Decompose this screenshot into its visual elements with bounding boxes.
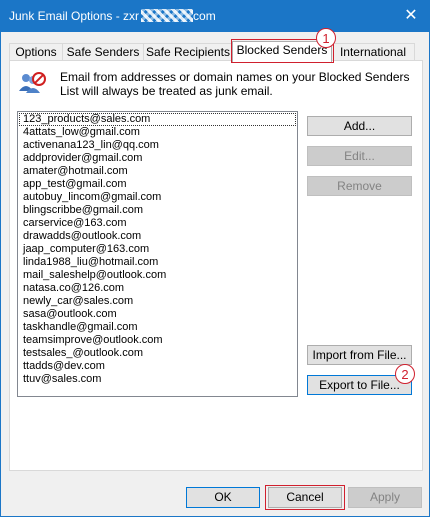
- tab-options[interactable]: Options: [9, 43, 63, 61]
- list-item[interactable]: linda1988_liu@hotmail.com: [18, 256, 297, 269]
- list-item[interactable]: app_test@gmail.com: [18, 178, 297, 191]
- list-item[interactable]: 123_products@sales.com: [19, 113, 296, 126]
- list-item[interactable]: autobuy_lincom@gmail.com: [18, 191, 297, 204]
- add-button[interactable]: Add...: [307, 116, 412, 136]
- import-from-file-button[interactable]: Import from File...: [307, 345, 412, 365]
- list-item[interactable]: jaap_computer@163.com: [18, 243, 297, 256]
- list-item[interactable]: blingscribbe@gmail.com: [18, 204, 297, 217]
- blocked-senders-icon: [18, 71, 46, 95]
- list-item[interactable]: taskhandle@gmail.com: [18, 321, 297, 334]
- list-item[interactable]: amater@hotmail.com: [18, 165, 297, 178]
- apply-button[interactable]: Apply: [348, 487, 422, 508]
- junk-email-options-dialog: Junk Email Options - zxr com ✕ Options Sa…: [0, 0, 430, 517]
- cancel-button[interactable]: Cancel: [268, 487, 342, 508]
- ok-button[interactable]: OK: [186, 487, 260, 508]
- title-bar: Junk Email Options - zxr com ✕: [1, 1, 429, 32]
- edit-button[interactable]: Edit...: [307, 146, 412, 166]
- list-item[interactable]: testsales_@outlook.com: [18, 347, 297, 360]
- list-item[interactable]: ttadds@dev.com: [18, 360, 297, 373]
- list-item[interactable]: natasa.co@126.com: [18, 282, 297, 295]
- list-item[interactable]: drawadds@outlook.com: [18, 230, 297, 243]
- list-item[interactable]: newly_car@sales.com: [18, 295, 297, 308]
- window-title-prefix: Junk Email Options - zxr: [9, 9, 140, 23]
- list-item[interactable]: addprovider@gmail.com: [18, 152, 297, 165]
- info-description: Email from addresses or domain names on …: [60, 70, 410, 98]
- window-title: Junk Email Options - zxr com: [9, 9, 216, 23]
- annotation-badge-1: 1: [316, 28, 336, 48]
- annotation-badge-2: 2: [395, 364, 415, 384]
- tab-safe-senders[interactable]: Safe Senders: [62, 43, 144, 61]
- redacted-email-mask: [141, 9, 194, 22]
- list-item[interactable]: 4attats_low@gmail.com: [18, 126, 297, 139]
- blocked-senders-list[interactable]: 123_products@sales.com 4attats_low@gmail…: [17, 111, 298, 397]
- list-item[interactable]: teamsimprove@outlook.com: [18, 334, 297, 347]
- tab-safe-recipients[interactable]: Safe Recipients: [143, 43, 233, 61]
- list-item[interactable]: sasa@outlook.com: [18, 308, 297, 321]
- tab-blocked-senders[interactable]: Blocked Senders: [232, 41, 332, 62]
- window-title-suffix: com: [193, 9, 216, 23]
- close-icon: ✕: [404, 7, 418, 24]
- remove-button[interactable]: Remove: [307, 176, 412, 196]
- list-item[interactable]: activenana123_lin@qq.com: [18, 139, 297, 152]
- list-item[interactable]: carservice@163.com: [18, 217, 297, 230]
- tab-international[interactable]: International: [331, 43, 415, 61]
- list-item[interactable]: mail_saleshelp@outlook.com: [18, 269, 297, 282]
- list-item[interactable]: ttuv@sales.com: [18, 373, 297, 386]
- close-button[interactable]: ✕: [399, 5, 423, 27]
